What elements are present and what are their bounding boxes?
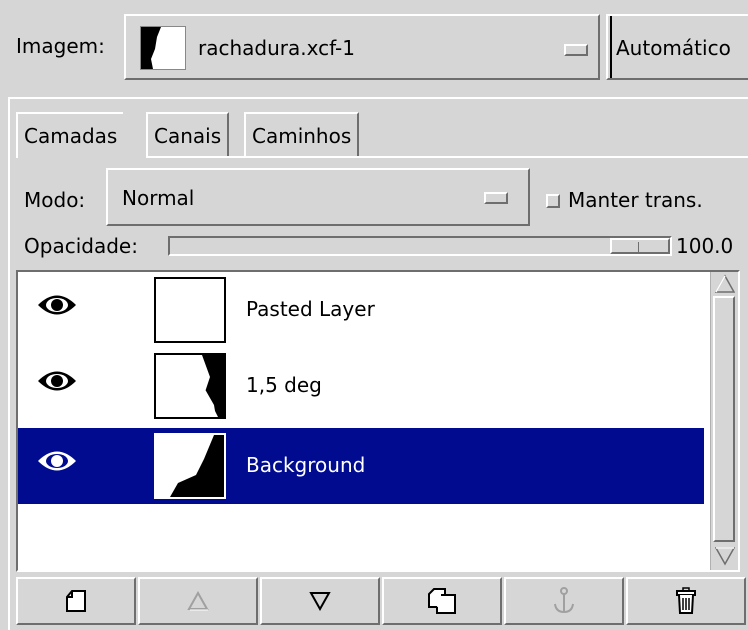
opacity-slider[interactable] xyxy=(168,236,672,256)
duplicate-layer-icon xyxy=(428,588,456,614)
auto-button[interactable]: Automático xyxy=(606,14,748,80)
layer-name: Pasted Layer xyxy=(246,297,375,321)
eye-icon[interactable] xyxy=(36,368,78,394)
tab-baseline xyxy=(146,156,748,158)
image-selector[interactable]: rachadura.xcf-1 xyxy=(124,14,600,80)
scroll-up-arrow-icon[interactable] xyxy=(715,274,735,294)
mode-label: Modo: xyxy=(24,188,86,212)
image-label: Imagem: xyxy=(16,34,105,58)
new-layer-button[interactable] xyxy=(16,577,136,625)
layer-row-background[interactable]: Background xyxy=(18,428,704,504)
tab-layers-label: Camadas xyxy=(24,124,118,148)
layer-name: 1,5 deg xyxy=(246,373,322,397)
layer-name: Background xyxy=(246,453,366,477)
tab-paths-label: Caminhos xyxy=(252,124,352,148)
image-selector-value: rachadura.xcf-1 xyxy=(198,36,355,60)
layers-scrollbar[interactable] xyxy=(710,272,738,570)
opacity-value: 100.0 xyxy=(676,234,734,258)
lower-layer-button[interactable] xyxy=(260,577,380,625)
layer-thumbnail xyxy=(154,353,226,419)
delete-layer-button[interactable] xyxy=(626,577,746,625)
new-layer-icon xyxy=(66,590,86,612)
layer-thumbnail xyxy=(154,433,226,499)
tab-layers[interactable]: Camadas xyxy=(16,112,124,158)
layer-thumbnail xyxy=(154,277,226,343)
tab-channels[interactable]: Canais xyxy=(146,112,230,156)
keep-trans-checkbox[interactable] xyxy=(546,194,560,208)
tab-paths[interactable]: Caminhos xyxy=(244,112,360,156)
lower-layer-icon xyxy=(309,592,331,611)
raise-layer-icon xyxy=(187,591,209,611)
dropdown-indicator-icon xyxy=(484,192,508,204)
dropdown-indicator-icon xyxy=(564,44,588,56)
auto-button-focus-edge xyxy=(610,16,612,78)
anchor-layer-button[interactable] xyxy=(504,577,624,625)
auto-button-label: Automático xyxy=(616,36,731,60)
scroll-thumb[interactable] xyxy=(713,296,735,542)
mode-selector-value: Normal xyxy=(122,186,195,210)
scroll-down-arrow-icon[interactable] xyxy=(715,546,735,566)
keep-trans-label: Manter trans. xyxy=(568,188,703,212)
mode-selector[interactable]: Normal xyxy=(106,168,530,226)
eye-icon[interactable] xyxy=(36,292,78,318)
layer-row-pasted[interactable]: Pasted Layer xyxy=(18,272,704,348)
tab-channels-label: Canais xyxy=(154,124,222,148)
anchor-layer-icon xyxy=(554,587,574,614)
delete-layer-icon xyxy=(676,587,696,614)
raise-layer-button[interactable] xyxy=(138,577,258,625)
image-thumbnail xyxy=(140,26,186,70)
duplicate-layer-button[interactable] xyxy=(382,577,502,625)
layers-list: Pasted Layer 1,5 deg Background xyxy=(16,270,740,572)
opacity-label: Opacidade: xyxy=(24,234,138,258)
opacity-slider-handle[interactable] xyxy=(610,238,670,254)
eye-icon[interactable] xyxy=(36,448,78,474)
layer-row-rotated[interactable]: 1,5 deg xyxy=(18,348,704,424)
